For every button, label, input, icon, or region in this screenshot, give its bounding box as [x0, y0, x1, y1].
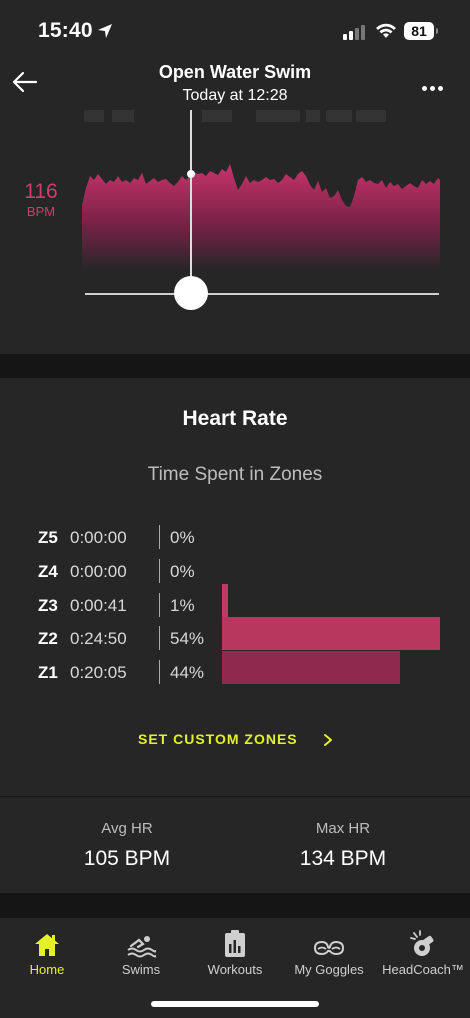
zone-bar	[222, 584, 228, 617]
tab-swims[interactable]: Swims	[94, 926, 188, 977]
zone-time: 0:00:00	[70, 562, 127, 581]
tab-workouts-label: Workouts	[207, 962, 263, 977]
wifi-icon	[376, 23, 396, 38]
home-indicator	[151, 1001, 319, 1007]
hr-area-graph	[82, 110, 440, 270]
zone-label: Z1	[38, 663, 58, 682]
zone-divider	[159, 660, 160, 684]
tab-home-label: Home	[29, 962, 65, 977]
zone-label: Z5	[38, 528, 58, 547]
scrub-point-marker	[187, 170, 195, 178]
zone-time: 0:20:05	[70, 663, 127, 682]
zone-percent: 44%	[170, 663, 205, 682]
zone-label: Z3	[38, 596, 58, 615]
tab-headcoach[interactable]: HeadCoach™	[376, 926, 470, 977]
home-icon	[35, 934, 59, 956]
section-title: Heart Rate	[182, 407, 288, 430]
max-hr-value: 134 BPM	[299, 847, 387, 870]
tab-my-goggles-label: My Goggles	[294, 962, 364, 977]
hr-current-value: 116	[24, 180, 58, 203]
zone-divider	[159, 593, 160, 617]
hr-summary-card	[0, 797, 470, 893]
tab-my-goggles[interactable]: My Goggles	[282, 926, 376, 977]
zone-percent: 0%	[170, 562, 195, 581]
whistle-icon	[410, 930, 434, 956]
scrub-handle[interactable]	[174, 276, 208, 310]
section-subtitle: Time Spent in Zones	[147, 464, 323, 485]
zone-time: 0:24:50	[70, 629, 127, 648]
location-arrow-icon	[98, 24, 112, 38]
zone-divider	[159, 626, 160, 650]
swimmer-icon	[127, 936, 156, 958]
zone-percent: 0%	[170, 528, 195, 547]
zone-row: Z5 0:00:00 0%	[0, 522, 470, 556]
page-title: Open Water Swim	[158, 62, 312, 82]
battery-tip	[436, 28, 438, 34]
zone-time: 0:00:00	[70, 528, 127, 547]
scrub-cursor-line	[190, 110, 192, 295]
zone-row: Z4 0:00:00 0%	[0, 556, 470, 590]
avg-hr-value: 105 BPM	[83, 847, 171, 870]
zone-bar	[222, 617, 440, 650]
page-subtitle: Today at 12:28	[182, 87, 288, 104]
zone-divider	[159, 525, 160, 549]
navigation-bar: Open Water Swim Today at 12:28	[0, 60, 470, 110]
zone-bar	[222, 651, 400, 684]
more-options-icon[interactable]	[422, 78, 446, 96]
set-custom-zones-button[interactable]: SET CUSTOM ZONES	[138, 731, 298, 747]
hr-area-path	[82, 164, 440, 270]
max-hr-label: Max HR	[315, 820, 371, 837]
zone-percent: 54%	[170, 629, 205, 648]
scrub-track[interactable]	[85, 293, 439, 295]
zone-time: 0:00:41	[70, 596, 127, 615]
avg-hr-label: Avg HR	[101, 820, 153, 837]
status-bar: 15:40 81	[0, 0, 470, 60]
hr-current-unit: BPM	[26, 204, 56, 219]
cellular-signal-icon	[343, 25, 365, 40]
tab-workouts[interactable]: Workouts	[188, 926, 282, 977]
zone-label: Z2	[38, 629, 58, 648]
status-time: 15:40	[38, 19, 93, 42]
chevron-right-icon[interactable]	[322, 733, 334, 747]
clipboard-icon	[225, 930, 245, 957]
zone-label: Z4	[38, 562, 58, 581]
zone-percent: 1%	[170, 596, 195, 615]
tab-swims-label: Swims	[121, 962, 161, 977]
battery-indicator: 81	[404, 22, 434, 40]
tab-headcoach-label: HeadCoach™	[382, 962, 464, 977]
tab-home[interactable]: Home	[0, 926, 94, 977]
goggles-icon	[313, 940, 345, 956]
zone-divider	[159, 559, 160, 583]
